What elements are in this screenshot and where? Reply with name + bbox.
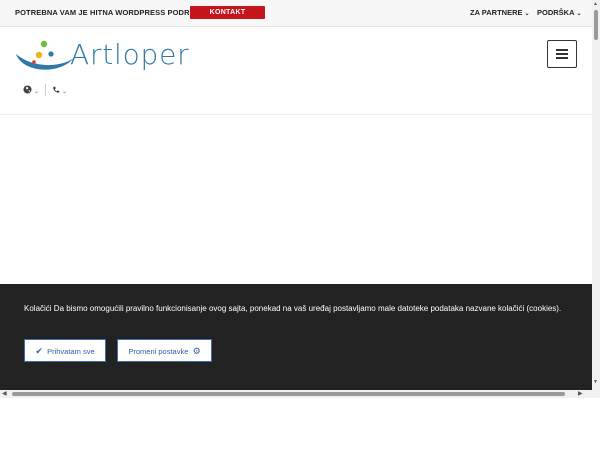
hamburger-line: [556, 57, 568, 59]
contact-button[interactable]: KONTAKT: [190, 6, 265, 19]
vertical-scroll-thumb[interactable]: [594, 10, 598, 40]
scroll-right-arrow-icon[interactable]: ▶: [578, 390, 583, 397]
accept-all-label: Prihvatam sve: [47, 347, 95, 356]
menu-item-podrska[interactable]: PODRŠKA ⌄: [537, 8, 582, 17]
scroll-down-arrow-icon[interactable]: ▼: [593, 379, 598, 385]
menu-item-za-partnere[interactable]: ZA PARTNERE ⌄: [470, 8, 530, 17]
logo-text: Artloper: [70, 38, 190, 71]
chevron-down-icon: ⌄: [524, 11, 530, 17]
globe-icon: [23, 85, 32, 94]
top-bar: POTREBNA VAM JE HITNA WORDPRESS PODRŠKA?…: [0, 0, 592, 27]
scroll-left-arrow-icon[interactable]: ◀: [2, 390, 7, 397]
check-icon: ✔: [35, 346, 43, 356]
gear-icon: ⚙: [192, 346, 201, 356]
chevron-down-icon: ⌄: [576, 11, 582, 17]
change-settings-label: Promeni postavke: [128, 347, 189, 356]
menu-item-label: PODRŠKA: [537, 8, 575, 17]
horizontal-scroll-thumb[interactable]: [12, 392, 565, 396]
phone-icon: [53, 86, 60, 93]
hamburger-line: [556, 53, 568, 55]
cookie-banner: Kolačići Da bismo omogućili pravilno fun…: [0, 284, 592, 390]
chevron-down-icon: ⌄: [34, 89, 40, 95]
hamburger-menu-button[interactable]: [547, 40, 577, 68]
change-settings-button[interactable]: Promeni postavke ⚙: [117, 339, 212, 362]
cookie-message: Kolačići Da bismo omogućili pravilno fun…: [24, 304, 562, 313]
vertical-scrollbar[interactable]: ▲ ▼: [592, 0, 600, 390]
divider: [45, 84, 46, 96]
menu-item-label: ZA PARTNERE: [470, 8, 523, 17]
logo[interactable]: Artloper: [14, 36, 194, 74]
horizontal-scrollbar[interactable]: ◀ ▶: [0, 390, 600, 398]
hamburger-line: [556, 49, 568, 51]
scroll-up-arrow-icon[interactable]: ▲: [593, 1, 598, 7]
site-header: Artloper ⌄ ⌄: [0, 27, 592, 115]
logo-mark-icon: [16, 40, 74, 70]
accept-all-button[interactable]: ✔ Prihvatam sve: [24, 339, 106, 362]
chevron-down-icon: ⌄: [62, 89, 68, 95]
language-selector[interactable]: ⌄: [23, 85, 39, 95]
phone-selector[interactable]: ⌄: [52, 85, 67, 95]
promo-text: POTREBNA VAM JE HITNA WORDPRESS PODRŠKA?: [15, 8, 211, 17]
